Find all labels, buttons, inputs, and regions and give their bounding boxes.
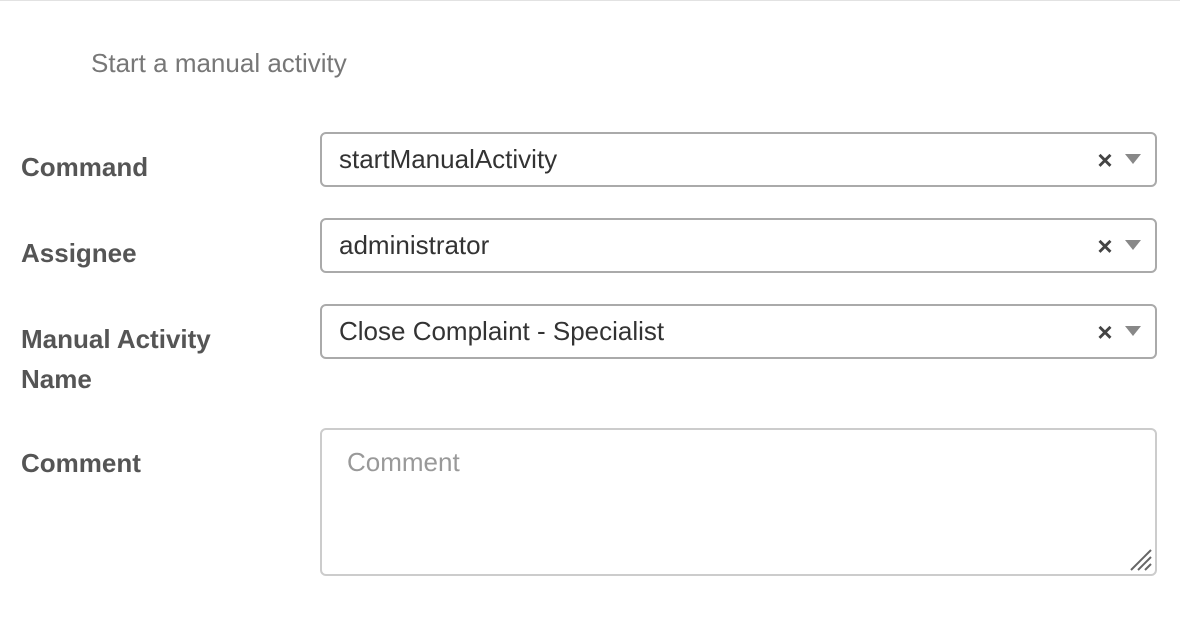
assignee-select[interactable]: administrator × [320, 218, 1157, 273]
manual-activity-name-select[interactable]: Close Complaint - Specialist × [320, 304, 1157, 359]
resize-handle-icon[interactable] [1125, 544, 1153, 572]
comment-placeholder: Comment [347, 447, 460, 477]
manual-activity-name-select-value: Close Complaint - Specialist [339, 316, 665, 346]
close-icon[interactable]: × [1097, 147, 1113, 173]
comment-label: Comment [21, 448, 141, 478]
command-select[interactable]: startManualActivity × [320, 132, 1157, 187]
assignee-select-value: administrator [339, 230, 490, 260]
close-icon[interactable]: × [1097, 319, 1113, 345]
caret-down-icon[interactable] [1125, 154, 1141, 164]
comment-textarea[interactable]: Comment [320, 428, 1157, 576]
command-label: Command [21, 152, 149, 182]
form-subtitle: Start a manual activity [91, 48, 347, 78]
assignee-label: Assignee [21, 238, 137, 268]
caret-down-icon[interactable] [1125, 240, 1141, 250]
close-icon[interactable]: × [1097, 233, 1113, 259]
command-select-value: startManualActivity [339, 144, 558, 174]
manual-activity-name-label: Manual Activity Name [21, 324, 211, 394]
manual-activity-form: Start a manual activity Command startMan… [0, 0, 1180, 626]
caret-down-icon[interactable] [1125, 326, 1141, 336]
